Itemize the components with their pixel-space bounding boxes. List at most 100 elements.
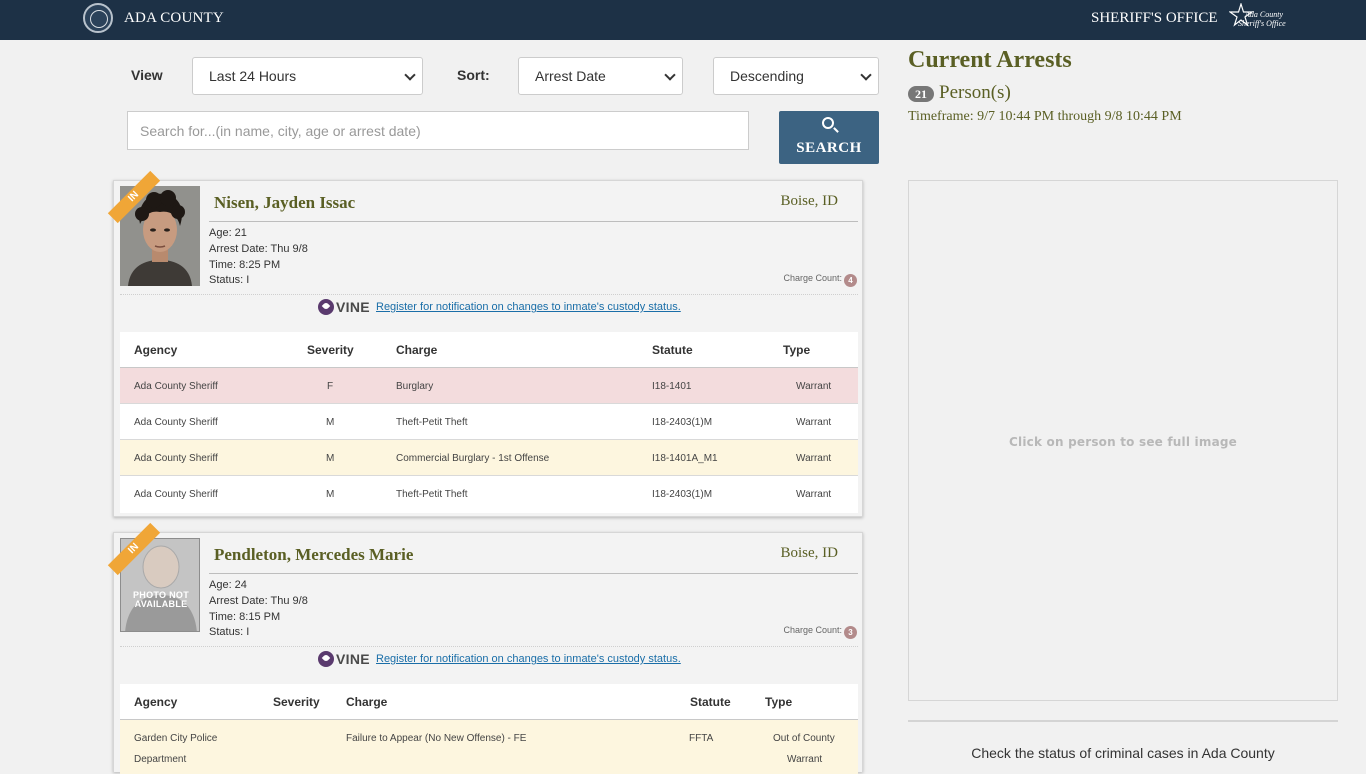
charge-type: Warrant xyxy=(796,489,832,500)
charge-agency: Ada County Sheriff xyxy=(134,381,218,392)
vine-register-link[interactable]: Register for notification on changes to … xyxy=(376,653,681,665)
charges-table: Agency Severity Charge Statute Type Gard… xyxy=(120,684,858,774)
view-select[interactable]: Last 24 Hours xyxy=(192,57,423,95)
agency-header: Agency xyxy=(134,695,178,709)
inmate-status: Status: I xyxy=(209,274,250,286)
view-label: View xyxy=(131,67,163,83)
charge-statute: I18-2403(1)M xyxy=(652,489,713,500)
sheriff-office-title[interactable]: SHERIFF'S OFFICE xyxy=(1091,10,1218,27)
charge-statute: I18-1401A_M1 xyxy=(652,453,718,464)
search-placeholder: Search for...(in name, city, age or arre… xyxy=(140,123,421,139)
arrest-card[interactable]: IN Nisen, Jayden Issac Boise, ID Age: 21… xyxy=(107,170,863,517)
vine-divider xyxy=(120,646,858,647)
logo-line-2: Sheriff's Office xyxy=(1238,19,1286,28)
vine-logo-text: VINE xyxy=(336,651,370,667)
inmate-age: Age: 24 xyxy=(209,579,247,591)
photo-not-available-text: PHOTO NOT AVAILABLE xyxy=(132,590,190,609)
sort-select-value: Arrest Date xyxy=(535,68,606,84)
persons-label: Person(s) xyxy=(939,82,1011,103)
inmate-name[interactable]: Pendleton, Mercedes Marie xyxy=(214,545,413,565)
type-header: Type xyxy=(783,343,811,357)
card-divider xyxy=(209,573,858,574)
chevron-down-icon xyxy=(404,69,416,81)
statute-header: Statute xyxy=(652,343,693,357)
severity-header: Severity xyxy=(273,695,320,709)
vine-logo-text: VINE xyxy=(336,299,370,315)
charge-header: Charge xyxy=(396,343,438,357)
view-select-value: Last 24 Hours xyxy=(209,68,297,84)
chevron-down-icon xyxy=(664,69,676,81)
inmate-age: Age: 21 xyxy=(209,227,247,239)
charge-row: Ada County Sheriff M Commercial Burglary… xyxy=(120,440,858,476)
charge-agency: Ada County Sheriff xyxy=(134,453,218,464)
logo-line-1: Ada County xyxy=(1245,10,1283,19)
charge-count-badge: 3 xyxy=(844,626,857,639)
search-button-label: SEARCH xyxy=(796,140,862,156)
charge-type: Warrant xyxy=(796,453,832,464)
timeframe-text: Timeframe: 9/7 10:44 PM through 9/8 10:4… xyxy=(908,109,1182,124)
inmate-status: Status: I xyxy=(209,626,250,638)
search-input[interactable]: Search for...(in name, city, age or arre… xyxy=(127,111,749,150)
charges-header-row: Agency Severity Charge Statute Type xyxy=(120,684,858,720)
charge-description: Theft-Petit Theft xyxy=(396,489,468,500)
search-button[interactable]: SEARCH xyxy=(779,111,879,164)
chevron-down-icon xyxy=(860,69,872,81)
inmate-arrest-time: Time: 8:25 PM xyxy=(209,259,281,271)
charge-agency: Garden City Police xyxy=(134,733,218,744)
county-seal-icon[interactable] xyxy=(83,3,113,33)
agency-header: Agency xyxy=(134,343,178,357)
charge-row: Ada County Sheriff M Theft-Petit Theft I… xyxy=(120,404,858,440)
vine-logo-icon xyxy=(318,651,334,667)
charge-severity: M xyxy=(326,417,335,428)
charge-row: Ada County Sheriff M Theft-Petit Theft I… xyxy=(120,476,858,512)
person-count-badge: 21 xyxy=(908,86,934,102)
statute-header: Statute xyxy=(690,695,731,709)
vine-logo-icon xyxy=(318,299,334,315)
order-select-value: Descending xyxy=(730,68,804,84)
charge-severity: F xyxy=(327,381,334,392)
charge-description: Burglary xyxy=(396,381,434,392)
card-divider xyxy=(209,221,858,222)
charge-statute: I18-2403(1)M xyxy=(652,417,713,428)
full-image-panel: Click on person to see full image xyxy=(908,180,1338,701)
charge-count-badge: 4 xyxy=(844,274,857,287)
charges-header-row: Agency Severity Charge Statute Type xyxy=(120,332,858,368)
charge-statute: I18-1401 xyxy=(652,381,692,392)
charge-agency-line2: Department xyxy=(134,754,187,765)
court-cases-link[interactable]: Check the status of criminal cases in Ad… xyxy=(908,745,1338,761)
arrest-card[interactable]: PHOTO NOT AVAILABLE IN Pendleton, Merced… xyxy=(107,522,863,774)
panel-divider xyxy=(908,720,1338,722)
inmate-name[interactable]: Nisen, Jayden Issac xyxy=(214,193,355,213)
county-title[interactable]: ADA COUNTY xyxy=(124,10,224,27)
charge-agency: Ada County Sheriff xyxy=(134,417,218,428)
severity-header: Severity xyxy=(307,343,354,357)
charge-count-label: Charge Count: xyxy=(783,625,842,635)
charge-row: Ada County Sheriff F Burglary I18-1401 W… xyxy=(120,368,858,404)
inmate-arrest-time: Time: 8:15 PM xyxy=(209,611,281,623)
inmate-arrest-date: Arrest Date: Thu 9/8 xyxy=(209,595,308,607)
charge-row: Garden City Police Department Failure to… xyxy=(120,720,858,774)
charge-header: Charge xyxy=(346,695,388,709)
charge-type: Warrant xyxy=(796,381,832,392)
type-header: Type xyxy=(765,695,793,709)
charge-type: Warrant xyxy=(796,417,832,428)
vine-divider xyxy=(120,294,858,295)
current-arrests-title: Current Arrests xyxy=(908,47,1072,73)
inmate-arrest-date: Arrest Date: Thu 9/8 xyxy=(209,243,308,255)
charge-severity: M xyxy=(326,489,335,500)
sort-label: Sort: xyxy=(457,67,490,83)
charge-description: Commercial Burglary - 1st Offense xyxy=(396,453,550,464)
charge-description: Theft-Petit Theft xyxy=(396,417,468,428)
sheriff-star-logo[interactable]: Ada County Sheriff's Office xyxy=(1229,3,1286,35)
site-header: ADA COUNTY SHERIFF'S OFFICE Ada County S… xyxy=(0,0,1366,40)
search-icon xyxy=(822,117,834,129)
sort-select[interactable]: Arrest Date xyxy=(518,57,683,95)
charge-type-line2: Warrant xyxy=(787,754,823,765)
charges-table: Agency Severity Charge Statute Type Ada … xyxy=(120,332,858,513)
charge-agency: Ada County Sheriff xyxy=(134,489,218,500)
image-panel-hint: Click on person to see full image xyxy=(1009,435,1237,449)
order-select[interactable]: Descending xyxy=(713,57,879,95)
charge-type: Out of County xyxy=(773,733,835,744)
vine-register-link[interactable]: Register for notification on changes to … xyxy=(376,301,681,313)
charge-statute: FFTA xyxy=(689,733,714,744)
